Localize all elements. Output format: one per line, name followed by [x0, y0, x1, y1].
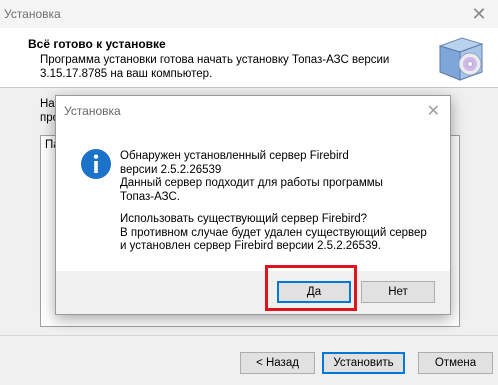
- header-subtitle: Программа установки готова начать устано…: [40, 53, 420, 81]
- installer-box-icon: [438, 37, 484, 81]
- message-line: Данный сервер подходит для работы програ…: [120, 177, 383, 189]
- highlight-box: [265, 265, 357, 311]
- window-title: Установка: [4, 7, 61, 21]
- install-button[interactable]: Установить: [322, 352, 405, 374]
- back-button[interactable]: < Назад: [240, 352, 315, 374]
- message-line: версии 2.5.2.26539: [120, 163, 222, 176]
- dialog-body: Обнаружен установленный сервер Firebird …: [56, 126, 450, 271]
- question-line: и установлен сервер Firebird версии 2.5.…: [120, 240, 381, 252]
- header-subtitle-line: Программа установки готова начать устано…: [40, 54, 390, 66]
- message-line: Обнаружен установленный сервер Firebird: [120, 150, 349, 162]
- question-line: В противном случае будет удален существу…: [120, 226, 427, 239]
- window-close-button[interactable]: ✕: [460, 0, 498, 28]
- dialog-footer: Да Нет: [56, 271, 450, 314]
- window-titlebar: Установка ✕: [0, 0, 498, 28]
- message-block: Обнаружен установленный сервер Firebird …: [120, 150, 383, 204]
- info-icon: [81, 149, 111, 179]
- question-line: Использовать существующий сервер Firebir…: [120, 213, 368, 225]
- cancel-button[interactable]: Отмена: [418, 352, 493, 374]
- header-subtitle-line: 3.15.17.8785 на ваш компьютер.: [40, 68, 213, 80]
- dialog-titlebar: Установка ✕: [56, 96, 450, 126]
- header-title: Всё готово к установке: [28, 37, 166, 51]
- wizard-header: Всё готово к установке Программа установ…: [0, 28, 498, 88]
- no-button[interactable]: Нет: [361, 281, 435, 303]
- footer-separator: [0, 335, 498, 336]
- dialog-title: Установка: [64, 104, 121, 118]
- dialog-close-button[interactable]: ✕: [427, 101, 440, 121]
- question-block: Использовать существующий сервер Firebir…: [120, 213, 427, 254]
- message-line: Топаз-АЗС.: [120, 190, 180, 203]
- firebird-dialog: Установка ✕ Обнаружен установленный серв…: [55, 95, 451, 315]
